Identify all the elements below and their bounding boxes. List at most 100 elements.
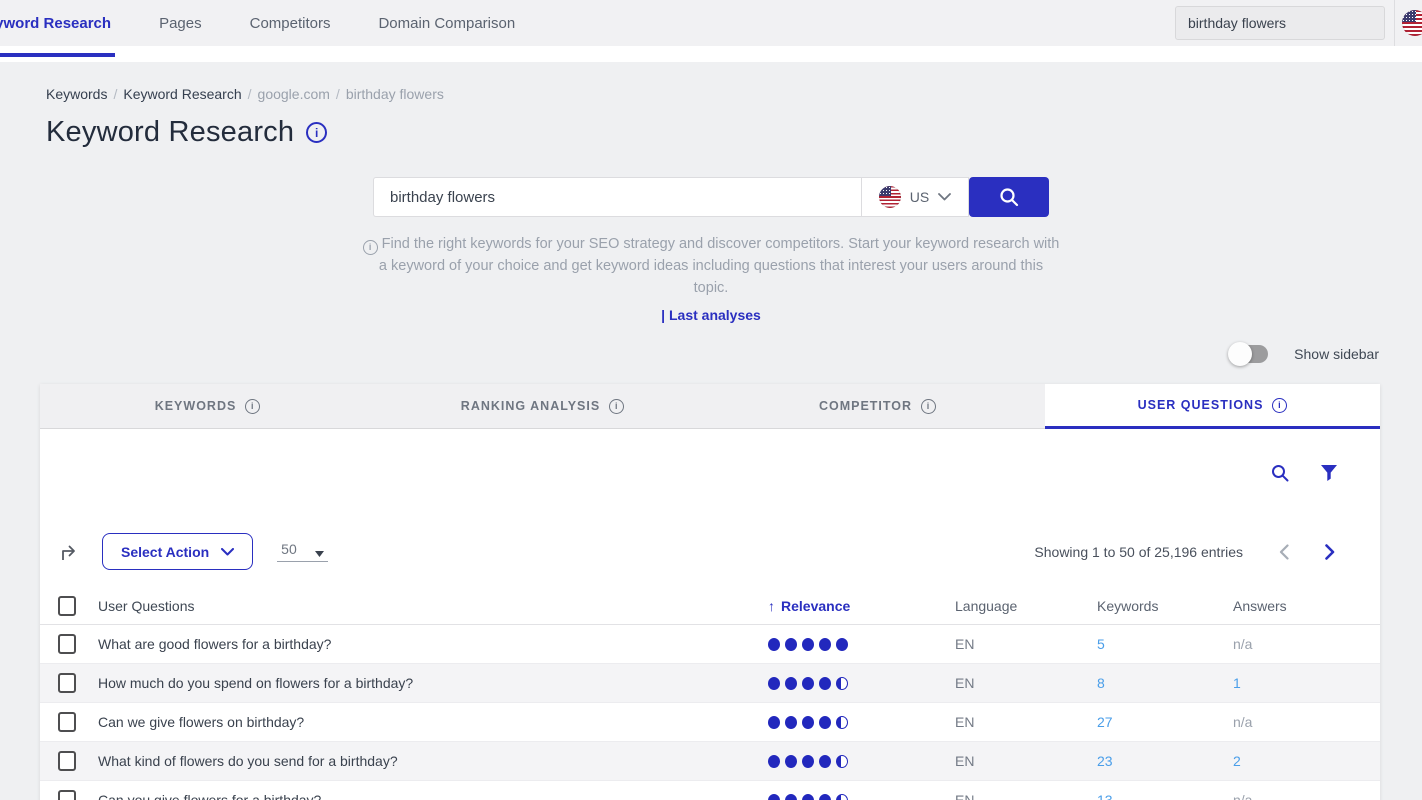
country-selector[interactable]: US — [861, 177, 969, 217]
answers-count-link[interactable]: 2 — [1233, 753, 1241, 769]
relevance-dots — [768, 638, 955, 651]
answers-cell: n/a — [1233, 714, 1252, 730]
topbar-country-flag[interactable] — [1402, 0, 1422, 46]
row-checkbox[interactable] — [58, 751, 76, 771]
relevance-dot — [819, 794, 831, 800]
relevance-dot — [819, 677, 831, 690]
results-panel: KEYWORDS i RANKING ANALYSIS i COMPETITOR… — [40, 384, 1380, 800]
question-text: Can you give flowers for a birthday? — [98, 792, 768, 800]
language-cell: EN — [955, 636, 1097, 652]
pagination-prev-button[interactable] — [1279, 544, 1289, 560]
keywords-count-link[interactable]: 23 — [1097, 753, 1113, 769]
nav-item-pages[interactable]: Pages — [155, 15, 206, 32]
relevance-dot — [836, 677, 848, 690]
question-text: Can we give flowers on birthday? — [98, 714, 768, 730]
top-bar: Keyword Research Pages Competitors Domai… — [0, 0, 1422, 46]
entries-count: Showing 1 to 50 of 25,196 entries — [1034, 544, 1243, 560]
pagination-next-button[interactable] — [1325, 544, 1335, 560]
us-flag-icon — [1402, 10, 1422, 36]
tab-info-icon[interactable]: i — [1272, 398, 1287, 413]
tab-user-questions[interactable]: USER QUESTIONS i — [1045, 384, 1380, 429]
relevance-dot — [768, 638, 780, 651]
relevance-dot — [802, 755, 814, 768]
breadcrumb-separator: / — [336, 86, 340, 102]
chevron-down-icon — [938, 193, 951, 201]
table-header-row: User Questions ↑Relevance Language Keywo… — [40, 588, 1380, 625]
table-row: Can you give flowers for a birthday? EN … — [40, 781, 1380, 800]
intro-text: iFind the right keywords for your SEO st… — [361, 233, 1061, 299]
relevance-dots — [768, 794, 955, 800]
topbar-bottom-strip — [0, 46, 1422, 62]
last-analyses-link[interactable]: | Last analyses — [0, 307, 1422, 323]
keywords-count-link[interactable]: 27 — [1097, 714, 1113, 730]
breadcrumb-separator: / — [248, 86, 252, 102]
tab-competitor[interactable]: COMPETITOR i — [710, 384, 1045, 429]
relevance-dot — [836, 794, 848, 800]
chevron-left-icon — [1279, 544, 1289, 560]
language-cell: EN — [955, 753, 1097, 769]
search-button[interactable] — [969, 177, 1049, 217]
relevance-dot — [819, 755, 831, 768]
table-row: What kind of flowers do you send for a b… — [40, 742, 1380, 781]
relevance-dot — [785, 716, 797, 729]
title-info-icon[interactable]: i — [306, 122, 327, 143]
row-checkbox[interactable] — [58, 634, 76, 654]
keywords-count-link[interactable]: 8 — [1097, 675, 1105, 691]
tab-info-icon[interactable]: i — [245, 399, 260, 414]
header-user-questions: User Questions — [98, 598, 768, 614]
tab-bar: KEYWORDS i RANKING ANALYSIS i COMPETITOR… — [40, 384, 1380, 429]
sort-ascending-icon: ↑ — [768, 598, 775, 614]
relevance-dot — [785, 755, 797, 768]
breadcrumb: Keywords/Keyword Research/google.com/bir… — [46, 86, 1422, 102]
table-filter-button[interactable] — [1320, 464, 1338, 482]
topbar-search-input[interactable] — [1175, 6, 1385, 40]
relevance-dot — [768, 755, 780, 768]
export-button[interactable] — [58, 541, 80, 563]
show-sidebar-toggle[interactable] — [1230, 345, 1268, 363]
tab-info-icon[interactable]: i — [921, 399, 936, 414]
nav-item-domain-comparison[interactable]: Domain Comparison — [374, 15, 519, 32]
tab-info-icon[interactable]: i — [609, 399, 624, 414]
topbar-divider — [1394, 0, 1395, 46]
keyword-search-input[interactable] — [373, 177, 861, 217]
header-answers: Answers — [1233, 598, 1380, 614]
relevance-dot — [802, 716, 814, 729]
page-size-select[interactable]: 50 — [277, 541, 328, 562]
question-text: What kind of flowers do you send for a b… — [98, 753, 768, 769]
select-action-dropdown[interactable]: Select Action — [102, 533, 253, 570]
filter-funnel-icon — [1320, 464, 1338, 482]
answers-cell: n/a — [1233, 636, 1252, 652]
relevance-dot — [836, 755, 848, 768]
row-checkbox[interactable] — [58, 712, 76, 732]
tab-keywords[interactable]: KEYWORDS i — [40, 384, 375, 429]
select-all-checkbox[interactable] — [58, 596, 76, 616]
language-cell: EN — [955, 714, 1097, 730]
relevance-dot — [819, 638, 831, 651]
relevance-dots — [768, 716, 955, 729]
breadcrumb-keyword-research[interactable]: Keyword Research — [123, 86, 241, 102]
relevance-dot — [819, 716, 831, 729]
relevance-dot — [785, 794, 797, 800]
nav-item-keyword-research[interactable]: Keyword Research — [0, 15, 115, 32]
keywords-count-link[interactable]: 5 — [1097, 636, 1105, 652]
country-code: US — [910, 189, 929, 205]
row-checkbox[interactable] — [58, 790, 76, 800]
chevron-down-icon — [221, 548, 234, 556]
table-search-button[interactable] — [1270, 463, 1290, 483]
nav-item-competitors[interactable]: Competitors — [246, 15, 335, 32]
toggle-knob — [1228, 342, 1252, 366]
header-relevance-sort[interactable]: ↑Relevance — [768, 598, 955, 614]
relevance-dot — [768, 716, 780, 729]
breadcrumb-keywords[interactable]: Keywords — [46, 86, 107, 102]
tab-ranking-analysis[interactable]: RANKING ANALYSIS i — [375, 384, 710, 429]
table-row: What are good flowers for a birthday? EN… — [40, 625, 1380, 664]
answers-cell: n/a — [1233, 792, 1252, 800]
table-row: How much do you spend on flowers for a b… — [40, 664, 1380, 703]
keywords-count-link[interactable]: 13 — [1097, 792, 1113, 800]
active-nav-underline — [0, 53, 115, 57]
header-keywords: Keywords — [1097, 598, 1233, 614]
relevance-dot — [785, 638, 797, 651]
breadcrumb-separator: / — [113, 86, 117, 102]
answers-count-link[interactable]: 1 — [1233, 675, 1241, 691]
row-checkbox[interactable] — [58, 673, 76, 693]
